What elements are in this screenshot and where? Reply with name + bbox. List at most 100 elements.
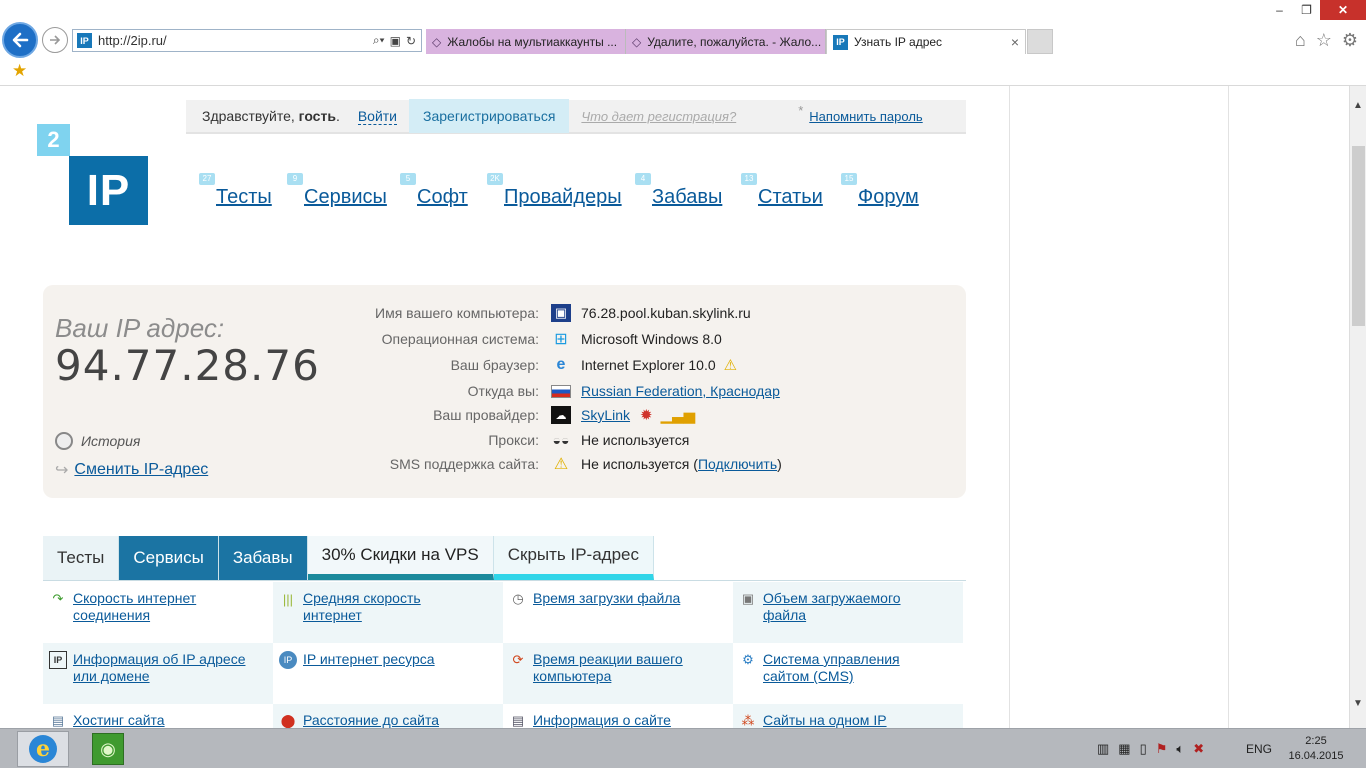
favorites-star-icon[interactable]: ☆ <box>1316 30 1332 51</box>
favorites-bar: ★ <box>0 58 1366 85</box>
hosting-icon: ▤ <box>51 713 65 728</box>
service-item[interactable]: ⬤ Расстояние до сайта <box>273 704 503 728</box>
bug-icon[interactable]: ✹ <box>640 406 653 424</box>
service-item[interactable]: ⁂ Сайты на одном IP <box>733 704 963 728</box>
service-item[interactable]: IP Информация об IP адресе или домене <box>43 643 273 704</box>
scroll-up-icon[interactable]: ▲ <box>1353 100 1363 111</box>
tab-tests[interactable]: Тесты <box>43 536 120 580</box>
taskbar-clock[interactable]: 2:25 16.04.2015 <box>1286 734 1346 764</box>
tab-find-ip[interactable]: IP Узнать IP адрес × <box>826 29 1026 54</box>
register-button[interactable]: Зарегистрироваться <box>409 99 570 133</box>
tray-network-icon[interactable]: ▥ <box>1097 741 1109 757</box>
nav-badge: 5 <box>400 173 416 185</box>
signal-bars-icon[interactable]: ▁▃▅ <box>661 406 696 424</box>
close-window-button[interactable]: ✕ <box>1320 0 1366 20</box>
tray-alert-icon[interactable]: ✖ <box>1193 741 1204 757</box>
service-item[interactable]: ||| Средняя скорость интернет <box>273 582 503 643</box>
refresh-icon[interactable]: ↻ <box>406 34 416 48</box>
change-ip-link[interactable]: ↪ Сменить IP-адрес <box>55 460 208 480</box>
history-link[interactable]: История <box>55 432 140 450</box>
ip-title: Ваш IP адрес: <box>55 313 225 343</box>
minimize-button[interactable]: – <box>1266 0 1293 20</box>
windows-icon: ⊞ <box>554 331 568 348</box>
computer-icon: ▣ <box>551 304 571 322</box>
nav-badge: 27 <box>199 173 215 185</box>
nav-tests[interactable]: 27 Тесты <box>199 173 272 209</box>
nav-articles[interactable]: 13 Статьи <box>741 173 823 209</box>
info-row-proxy: Прокси: ◒◒ Не используется <box>488 432 690 448</box>
tab-vps-discount[interactable]: 30% Скидки на VPS <box>307 536 494 580</box>
add-favorite-icon[interactable]: ★ <box>12 61 27 81</box>
restore-button[interactable]: ❐ <box>1293 0 1320 20</box>
service-item[interactable]: ▤ Хостинг сайта <box>43 704 273 728</box>
new-tab-button[interactable] <box>1027 29 1053 54</box>
nav-providers[interactable]: 2K Провайдеры <box>487 173 622 209</box>
tab-label: Удалите, пожалуйста. - Жало... <box>647 34 822 49</box>
clock-date: 16.04.2015 <box>1288 750 1344 762</box>
nav-forum[interactable]: 15 Форум <box>841 173 919 209</box>
info-row-browser: Ваш браузер: e Internet Explorer 10.0 ⚠ <box>450 356 738 374</box>
forward-button[interactable] <box>42 27 68 53</box>
nav-badge: 4 <box>635 173 651 185</box>
address-url[interactable]: http://2ip.ru/ <box>98 33 373 48</box>
page-scrollbar[interactable]: ▲ ▼ <box>1349 86 1366 728</box>
tray-devices-icon[interactable]: ▦ <box>1118 741 1130 757</box>
back-arrow-icon <box>12 32 29 48</box>
nav-software[interactable]: 5 Софт <box>400 173 468 209</box>
service-item[interactable]: IP IP интернет ресурса <box>273 643 503 704</box>
glasses-icon: ◒◒ <box>552 432 570 448</box>
tab-delete-please[interactable]: ◇ Удалите, пожалуйста. - Жало... <box>626 29 826 54</box>
speed-arrow-icon: ↷ <box>52 591 64 606</box>
reaction-icon: ⟳ <box>512 652 524 667</box>
network-icon: ⁂ <box>741 713 755 728</box>
ip-info-icon: IP <box>49 651 67 669</box>
tab-fun[interactable]: Забавы <box>218 536 308 580</box>
web-page: Здравствуйте, гость. Войти Зарегистриров… <box>0 86 1349 728</box>
diamond-icon: ◇ <box>432 34 442 49</box>
language-indicator[interactable]: ENG <box>1246 742 1272 756</box>
nav-fun[interactable]: 4 Забавы <box>635 173 722 209</box>
taskbar-app-button[interactable]: ◉ <box>92 733 124 765</box>
tab-close-icon[interactable]: × <box>1011 34 1019 50</box>
remind-star: * <box>798 102 804 118</box>
ip-address-value: 94.77.28.76 <box>55 341 320 390</box>
search-icon[interactable]: ⌕▾ <box>373 33 385 48</box>
window-controls: – ❐ ✕ <box>1266 0 1366 20</box>
home-icon[interactable]: ⌂ <box>1295 30 1306 51</box>
remind-password-link[interactable]: Напомнить пароль <box>809 109 922 124</box>
service-item[interactable]: ▤ Информация о сайте <box>503 704 733 728</box>
file-size-icon: ▣ <box>741 591 755 606</box>
change-arrow-icon: ↪ <box>55 462 69 479</box>
tab-hide-ip[interactable]: Скрыть IP-адрес <box>493 536 654 580</box>
registration-benefits-link[interactable]: Что дает регистрация? <box>581 109 736 124</box>
compat-view-icon[interactable]: ▣ <box>390 34 401 48</box>
tab-complaints[interactable]: ◇ Жалобы на мультиаккаунты ... <box>426 29 626 54</box>
tray-volume-icon[interactable]: 🔈︎ <box>1176 741 1184 757</box>
tab-services[interactable]: Сервисы <box>119 536 219 580</box>
login-link[interactable]: Войти <box>357 108 398 125</box>
service-item[interactable]: ⚙ Система управления сайтом (CMS) <box>733 643 963 704</box>
clock-icon: ◷ <box>512 591 524 606</box>
logo-2[interactable]: 2 <box>37 124 70 156</box>
service-tabs: Тесты Сервисы Забавы 30% Скидки на VPS С… <box>43 536 654 580</box>
back-button[interactable] <box>2 22 38 58</box>
scroll-thumb[interactable] <box>1352 146 1365 326</box>
service-item[interactable]: ◷ Время загрузки файла <box>503 582 733 643</box>
nav-services[interactable]: 9 Сервисы <box>287 173 387 209</box>
service-item[interactable]: ▣ Объем загружаемого файла <box>733 582 963 643</box>
address-bar[interactable]: IP http://2ip.ru/ ⌕▾ ▣ ↻ <box>72 29 422 52</box>
site-info-icon: ▤ <box>511 713 525 728</box>
service-item[interactable]: ↷ Скорость интернет соединения <box>43 582 273 643</box>
scroll-down-icon[interactable]: ▼ <box>1353 698 1363 709</box>
tray-battery-icon[interactable]: ▯ <box>1140 741 1147 757</box>
service-item[interactable]: ⟳ Время реакции вашего компьютера <box>503 643 733 704</box>
logo-ip[interactable]: IP <box>69 156 148 225</box>
sms-connect-link[interactable]: Подключить <box>698 456 777 472</box>
settings-gear-icon[interactable]: ⚙ <box>1342 30 1358 51</box>
warning-icon: ⚠ <box>723 357 738 374</box>
browser-chrome: – ❐ ✕ IP http://2ip.ru/ ⌕▾ ▣ ↻ ◇ Жалобы … <box>0 0 1366 86</box>
flag-ru-icon <box>551 384 571 398</box>
tray-flag-icon[interactable]: ⚑ <box>1156 741 1168 757</box>
taskbar-ie-button[interactable]: e <box>17 731 69 767</box>
nav-badge: 15 <box>841 173 857 185</box>
